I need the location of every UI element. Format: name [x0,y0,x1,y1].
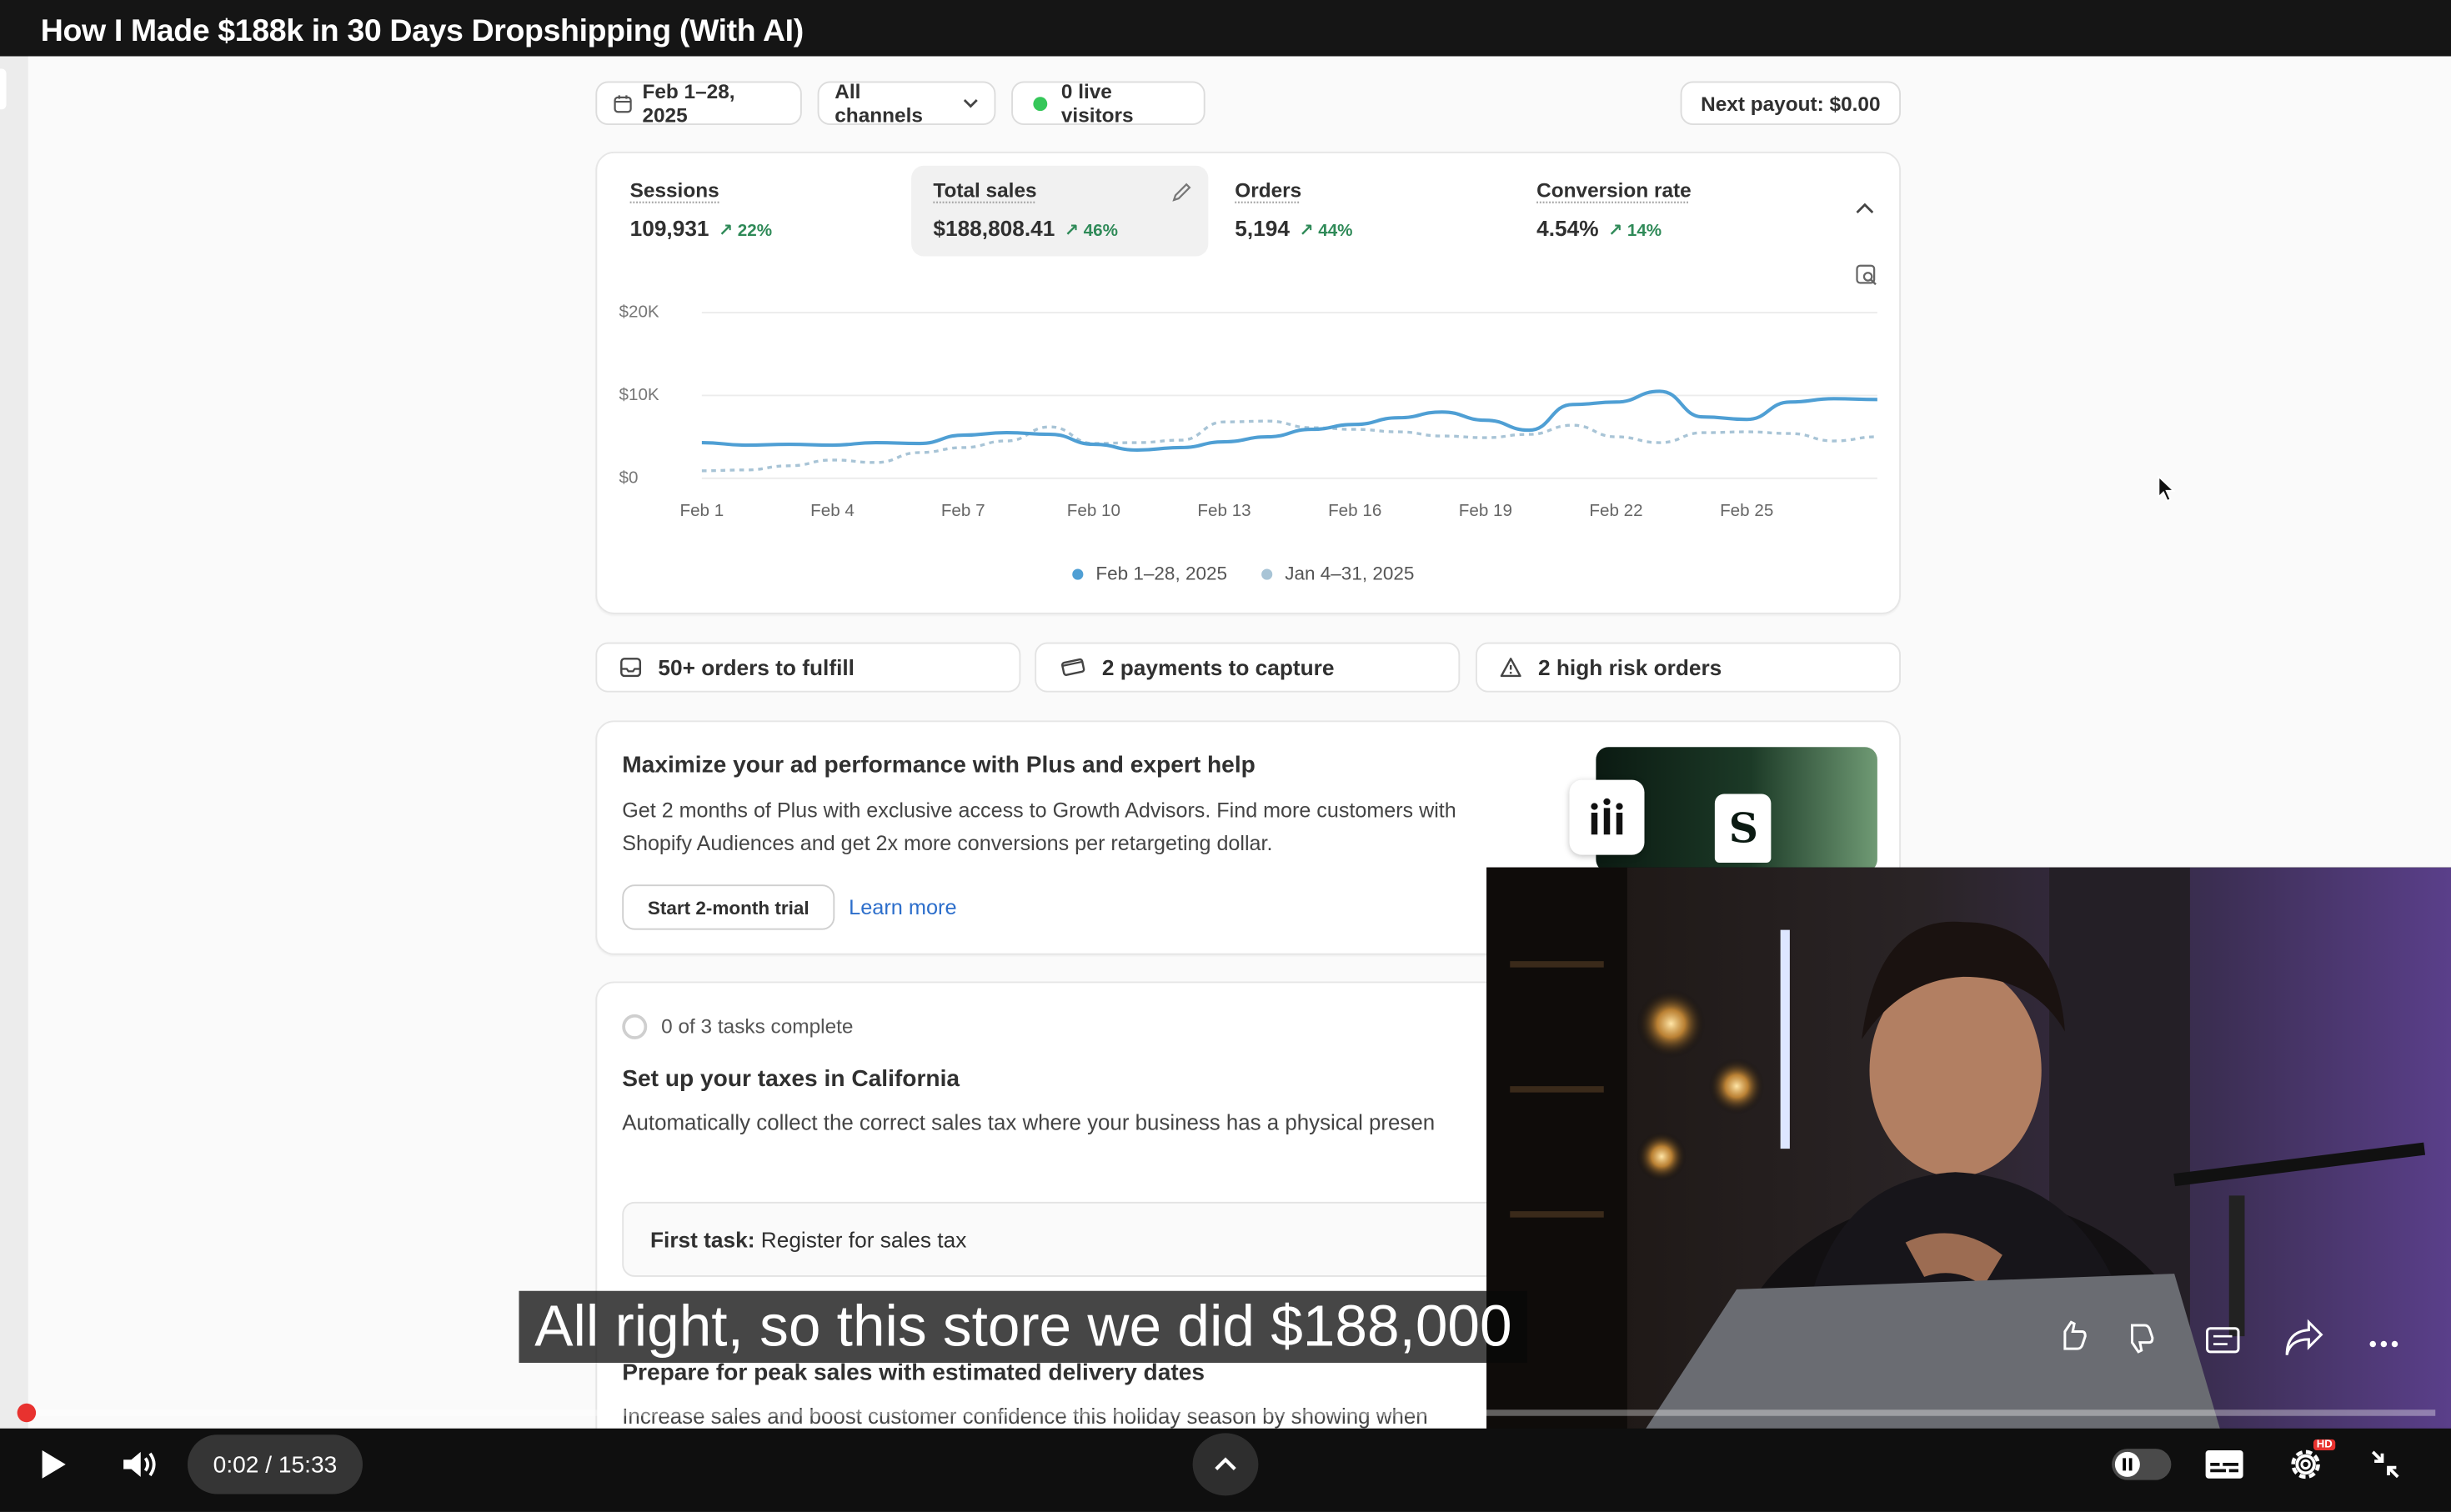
setup-title: Set up your taxes in California [622,1065,960,1093]
next-payout-label: Next payout: $0.00 [1701,91,1881,115]
promo-body: Get 2 months of Plus with exclusive acce… [622,799,1456,855]
play-icon [42,1450,66,1479]
bars-logo-icon [1591,798,1623,835]
chevron-down-icon [963,99,978,108]
first-task-label: First task: [650,1226,755,1252]
next-payout-button[interactable]: Next payout: $0.00 [1680,81,1901,125]
volume-button[interactable] [107,1434,176,1494]
dislike-button[interactable] [2120,1318,2173,1371]
chevron-up-icon [1215,1457,1236,1470]
x-tick-label: Feb 10 [1066,501,1120,521]
alert-label: 2 high risk orders [1538,654,1722,680]
progress-circle-icon [622,1014,648,1039]
more-options-button[interactable] [2358,1318,2411,1371]
warning-icon [1500,658,1521,678]
sales-line-chart [701,312,1877,479]
x-tick-label: Feb 16 [1328,501,1382,521]
partner-logo [1569,779,1645,855]
settings-button[interactable]: HD [2276,1434,2336,1494]
subtitles-button[interactable] [2195,1438,2254,1491]
exit-fullscreen-icon [2371,1450,2399,1479]
x-tick-label: Feb 19 [1458,501,1512,521]
autoplay-toggle[interactable] [2112,1449,2172,1480]
high-risk-orders-button[interactable]: 2 high risk orders [1476,642,1901,693]
autoplay-knob [2114,1451,2140,1477]
time-total: 15:33 [278,1450,338,1478]
shopify-bag-logo: S [1714,794,1772,863]
date-range-picker[interactable]: Feb 1–28, 2025 [595,79,802,127]
exit-fullscreen-button[interactable] [2358,1434,2414,1494]
legend-label: Feb 1–28, 2025 [1095,563,1228,585]
date-range-label: Feb 1–28, 2025 [642,79,735,127]
orders-to-fulfill-button[interactable]: 50+ orders to fulfill [595,642,1021,693]
legend-previous: Jan 4–31, 2025 [1261,563,1414,584]
series-line-previous [701,419,1877,473]
legend-current: Feb 1–28, 2025 [1072,563,1227,584]
progress-bar[interactable] [18,1409,2436,1416]
left-sidebar-strip [0,56,28,1432]
alert-label: 50+ orders to fulfill [658,654,855,680]
legend-label: Jan 4–31, 2025 [1285,563,1415,585]
channels-dropdown[interactable]: All channels [817,79,996,127]
pause-icon [2123,1458,2133,1471]
channels-label: All channels [835,79,923,127]
hd-badge: HD [2313,1439,2336,1450]
video-title-bar: How I Made $188k in 30 Days Dropshipping… [0,0,2451,57]
next-section-body: Increase sales and boost customer confid… [622,1404,1428,1429]
inbox-icon [620,658,642,678]
x-tick-label: Feb 22 [1589,501,1643,521]
learn-more-link[interactable]: Learn more [849,895,956,919]
setup-body: Automatically collect the correct sales … [622,1111,1436,1135]
time-current: 0:02 [213,1450,259,1478]
live-visitors-label: 0 live visitors [1060,79,1134,127]
x-tick-label: Feb 13 [1197,501,1251,521]
comments-button[interactable] [2196,1318,2249,1371]
live-visitors-button[interactable]: 0 live visitors [1011,79,1205,127]
volume-icon [123,1451,156,1477]
subtitle-caption: All right, so this store we did $188,000 [519,1290,1528,1363]
series-line-current [701,389,1877,453]
play-button[interactable] [22,1434,84,1494]
next-section-title: Prepare for peak sales with estimated de… [622,1359,1205,1387]
share-button[interactable] [2276,1318,2329,1371]
calendar-icon [614,94,632,113]
x-tick-label: Feb 7 [940,501,985,521]
first-task-row[interactable]: First task: Register for sales tax [622,1201,1623,1277]
start-trial-button[interactable]: Start 2-month trial [622,884,835,930]
expand-panel-button[interactable] [1192,1433,1259,1496]
first-task-name: Register for sales tax [760,1226,967,1252]
credit-card-icon [1060,658,1085,676]
analytics-card: Sessions 109,931 ↗ 22% Total sales $188,8… [595,151,1901,614]
video-title[interactable]: How I Made $188k in 30 Days Dropshipping… [41,14,804,50]
progress-scrubber[interactable] [17,1403,37,1423]
live-status-dot [1033,96,1047,111]
alert-label: 2 payments to capture [1101,654,1335,680]
promo-title: Maximize your ad performance with Plus a… [622,751,1256,779]
x-tick-label: Feb 25 [1720,501,1774,521]
subtitles-icon [2205,1450,2243,1479]
x-tick-label: Feb 4 [810,501,855,521]
payments-to-capture-button[interactable]: 2 payments to capture [1035,642,1461,693]
mouse-cursor-icon [2158,475,2176,503]
time-display: 0:02 / 15:33 [188,1434,363,1494]
like-button[interactable] [2051,1318,2104,1371]
x-tick-label: Feb 1 [679,501,724,521]
tasks-progress: 0 of 3 tasks complete [661,1014,854,1038]
